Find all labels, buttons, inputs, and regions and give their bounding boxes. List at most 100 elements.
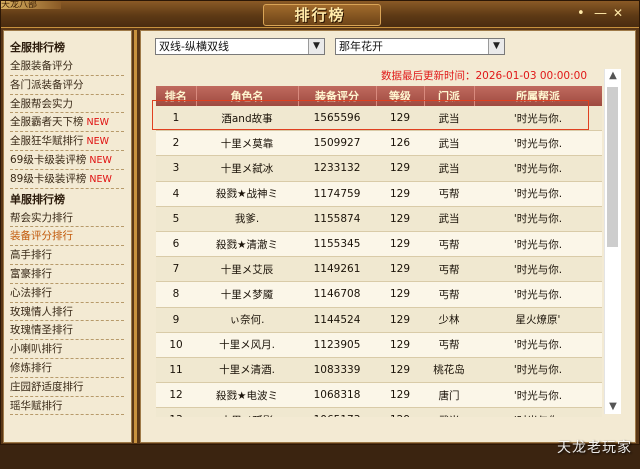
dot-icon[interactable]: • <box>577 7 585 20</box>
chevron-down-icon[interactable]: ▼ <box>308 39 324 54</box>
column-header[interactable]: 装备评分 <box>298 86 377 106</box>
level-cell: 129 <box>376 231 424 258</box>
level-cell: 129 <box>376 407 424 417</box>
sidebar-item-server[interactable]: 富豪排行 <box>10 265 124 284</box>
update-time-label: 数据最后更新时间：2026-01-03 00:00:00 <box>381 70 588 82</box>
table-row[interactable]: 13十里メ孤影1065173129武当'时光与你. <box>156 407 602 417</box>
score-cell: 1149261 <box>298 256 376 283</box>
scroll-thumb[interactable] <box>607 87 618 247</box>
sidebar-item-server[interactable]: 庄园舒适度排行 <box>10 378 124 397</box>
score-cell: 1083339 <box>298 357 376 384</box>
window-title: 排行榜 <box>294 6 346 24</box>
level-cell: 129 <box>376 307 424 333</box>
sidebar-item-global[interactable]: 全服狂华赋排行 NEW <box>10 132 124 151</box>
table-scrollbar[interactable]: ▲ ▼ <box>604 69 621 414</box>
table-row[interactable]: 6 殺戮★清澈ミ 1155345 129 丐帮 '时光与你. <box>156 231 602 258</box>
table-row[interactable]: 10 十里メ风月. 1123905 129 丐帮 '时光与你. <box>156 332 602 358</box>
title-bar[interactable]: 天龙八部 排行榜 • — ✕ <box>1 1 639 28</box>
table-row[interactable]: 12 殺戮★电波ミ 1068318 129 唐门 '时光与你. <box>156 382 602 409</box>
level-cell: 129 <box>376 382 424 409</box>
sidebar-item-server[interactable]: 小喇叭排行 <box>10 340 124 359</box>
guild-cell: '时光与你. <box>474 281 602 308</box>
sidebar-item-label: 全服狂华赋排行 <box>10 135 84 148</box>
sidebar-item-server[interactable]: 高手排行 <box>10 246 124 265</box>
score-cell: 1146708 <box>298 281 376 308</box>
table-header-row: 排名 角色名 装备评分 等级 门派 所属帮派 <box>156 86 602 106</box>
sect-cell: 少林 <box>424 307 474 333</box>
guild-cell: '时光与你. <box>474 231 602 258</box>
score-cell: 1155874 <box>298 206 376 232</box>
column-header[interactable]: 门派 <box>424 86 475 106</box>
scroll-up-icon[interactable]: ▲ <box>605 69 621 83</box>
rank-cell: 11 <box>156 357 196 384</box>
server-line-select[interactable]: 双线-纵横双线 ▼ <box>155 38 325 55</box>
column-header[interactable]: 所属帮派 <box>474 86 602 106</box>
rank-cell: 9 <box>156 307 196 333</box>
close-icon[interactable]: ✕ <box>613 7 623 20</box>
sidebar-item-server[interactable]: 帮会实力排行 <box>10 209 124 228</box>
new-badge: NEW <box>89 173 112 185</box>
rank-cell: 12 <box>156 382 196 409</box>
sidebar-item-global[interactable]: 各门派装备评分 <box>10 76 124 95</box>
score-cell: 1123905 <box>298 332 376 358</box>
level-cell: 129 <box>376 155 424 182</box>
column-header[interactable]: 等级 <box>376 86 425 106</box>
level-cell: 129 <box>376 106 424 132</box>
role-name-cell: 十里メ弑冰 <box>196 155 298 182</box>
sidebar-item-server[interactable]: 修炼排行 <box>10 359 124 378</box>
table-row[interactable]: 2 十里メ莫靠 1509927 126 武当 '时光与你. <box>156 130 602 157</box>
level-cell: 129 <box>376 206 424 232</box>
sidebar-item-global[interactable]: 全服霸者天下榜 NEW <box>10 113 124 133</box>
sidebar-item-server[interactable]: 装备评分排行 <box>10 227 124 247</box>
score-cell: 1565596 <box>298 106 376 132</box>
sect-cell: 武当 <box>424 106 474 132</box>
sect-cell: 武当 <box>424 206 474 232</box>
sidebar-item-label: 高手排行 <box>10 249 52 262</box>
level-cell: 129 <box>376 181 424 207</box>
sect-cell: 丐帮 <box>424 332 474 358</box>
sidebar-item-global[interactable]: 全服帮会实力 <box>10 95 124 114</box>
sidebar-item-label: 玫瑰情人排行 <box>10 305 73 318</box>
ranking-panel: 双线-纵横双线 ▼ 那年花开 ▼ 数据最后更新时间：2026-01-03 00:… <box>140 30 636 443</box>
table-row[interactable]: 3 十里メ弑冰 1233132 129 武当 '时光与你. <box>156 155 602 182</box>
chevron-down-icon[interactable]: ▼ <box>488 39 504 54</box>
guild-cell: '时光与你. <box>474 332 602 358</box>
scroll-down-icon[interactable]: ▼ <box>605 400 621 414</box>
sidebar-item-server[interactable]: 心法排行 <box>10 284 124 303</box>
table-row[interactable]: 1 酒and故事 1565596 129 武当 '时光与你. <box>156 106 602 132</box>
table-row[interactable]: 7 十里メ艾辰 1149261 129 丐帮 '时光与你. <box>156 256 602 283</box>
score-cell: 1155345 <box>298 231 376 258</box>
table-row[interactable]: 8 十里メ梦魇 1146708 129 丐帮 '时光与你. <box>156 281 602 308</box>
sidebar-item-label: 心法排行 <box>10 286 52 299</box>
sidebar-item-server[interactable]: 玫瑰情人排行 <box>10 303 124 322</box>
new-badge: NEW <box>86 136 110 148</box>
new-badge: NEW <box>89 154 112 166</box>
sidebar-item-server[interactable]: 玫瑰情圣排行 <box>10 321 124 341</box>
table-row[interactable]: 11 十里メ清酒. 1083339 129 桃花岛 '时光与你. <box>156 357 602 384</box>
role-name-cell: 十里メ艾辰 <box>196 256 298 283</box>
minimize-icon[interactable]: — <box>594 7 607 20</box>
sidebar-item-server[interactable]: 瑶华赋排行 <box>10 397 124 416</box>
column-header[interactable]: 排名 <box>156 86 197 106</box>
server-name-select[interactable]: 那年花开 ▼ <box>335 38 505 55</box>
table-row[interactable]: 5 我爹. 1155874 129 武当 '时光与你. <box>156 206 602 232</box>
table-row[interactable]: 4 殺戮★战神ミ 1174759 129 丐帮 '时光与你. <box>156 181 602 207</box>
sect-cell: 武当 <box>424 407 474 417</box>
sidebar-item-global[interactable]: 全服装备评分 <box>10 57 124 76</box>
sect-cell: 丐帮 <box>424 181 474 207</box>
sidebar-item-global[interactable]: 69级卡级装评榜 NEW <box>10 151 124 170</box>
rank-cell: 6 <box>156 231 196 258</box>
role-name-cell: 殺戮★电波ミ <box>196 382 298 409</box>
role-name-cell: 十里メ风月. <box>196 332 298 358</box>
table-row[interactable]: 9 ぃ奈何. 1144524 129 少林 星火燎原' <box>156 307 602 333</box>
sidebar-item-label: 玫瑰情圣排行 <box>10 324 73 337</box>
sect-cell: 唐门 <box>424 382 474 409</box>
sidebar-item-global[interactable]: 89级卡级装评榜 NEW <box>10 170 124 189</box>
ranking-window: 天龙八部 排行榜 • — ✕ 全服排行榜 全服装备评分 各门派装备评分 全服帮会实力… <box>0 0 640 445</box>
sidebar-item-label: 瑶华赋排行 <box>10 399 63 412</box>
guild-cell: '时光与你. <box>474 407 602 417</box>
guild-cell: '时光与你. <box>474 155 602 182</box>
column-header[interactable]: 角色名 <box>196 86 299 106</box>
sect-cell: 丐帮 <box>424 231 474 258</box>
role-name-cell: 十里メ孤影 <box>196 407 298 417</box>
